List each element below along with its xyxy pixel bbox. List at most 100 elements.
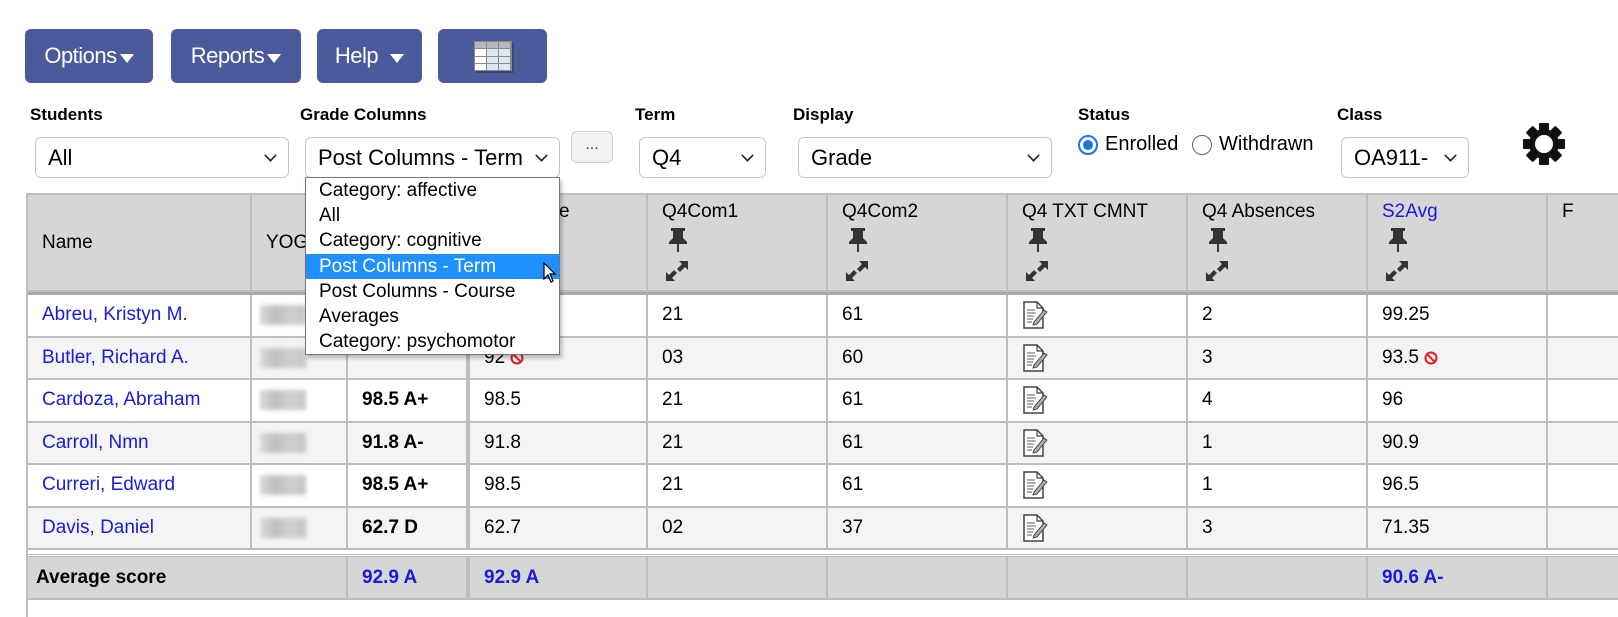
grade-columns-option[interactable]: Category: cognitive <box>306 228 559 253</box>
q4-txt-cmnt-cell[interactable] <box>1008 380 1188 423</box>
q4-absences-cell[interactable]: 3 <box>1188 337 1368 380</box>
q4com2-cell[interactable]: 37 <box>828 507 1008 550</box>
grade-columns-option[interactable]: Category: psychomotor <box>306 329 559 354</box>
q4com2-cell[interactable]: 61 <box>828 380 1008 423</box>
chevron-down-icon <box>264 149 277 162</box>
s2avg-cell[interactable]: 96 <box>1368 380 1548 423</box>
q4-absences-cell[interactable]: 2 <box>1188 295 1368 338</box>
text-comment-icon[interactable] <box>1022 471 1048 499</box>
s2avg-cell[interactable]: 71.35 <box>1368 507 1548 550</box>
grade-columns-option[interactable]: Averages <box>306 304 559 329</box>
pin-icon[interactable] <box>1028 227 1048 253</box>
gear-icon[interactable] <box>1520 120 1568 168</box>
display-select[interactable]: Grade <box>798 137 1052 178</box>
students-select[interactable]: All <box>35 137 289 178</box>
term-grade-cell[interactable]: 98.5 A+ <box>348 380 468 423</box>
options-menu-button[interactable]: Options <box>25 29 153 83</box>
q4-txt-cmnt-cell[interactable] <box>1008 422 1188 465</box>
expand-column-icon[interactable] <box>1204 259 1230 283</box>
grade-columns-option[interactable]: All <box>306 203 559 228</box>
column-header-name[interactable]: Name <box>28 195 252 292</box>
status-withdrawn-radio[interactable]: Withdrawn <box>1192 133 1313 156</box>
q4-absences-cell[interactable]: 1 <box>1188 465 1368 508</box>
term-grade-cell[interactable]: 91.8 A- <box>348 422 468 465</box>
grade-columns-more-button[interactable]: ... <box>571 131 613 163</box>
s2avg-cell[interactable]: 93.5 <box>1368 337 1548 380</box>
next-column-cell[interactable] <box>1548 338 1618 380</box>
pin-icon[interactable] <box>1208 227 1228 253</box>
pin-icon[interactable] <box>1388 227 1408 253</box>
status-enrolled-radio[interactable]: Enrolled <box>1078 133 1178 156</box>
q4com1-cell[interactable]: 03 <box>648 337 828 380</box>
text-comment-icon[interactable] <box>1022 429 1048 457</box>
grade-columns-option[interactable]: Category: affective <box>306 178 559 203</box>
q4com1-cell[interactable]: 21 <box>648 422 828 465</box>
text-comment-icon[interactable] <box>1022 344 1048 372</box>
column-header-q4-absences[interactable]: Q4 Absences <box>1188 195 1368 292</box>
term-grade-cell[interactable]: 62.7 D <box>348 507 468 550</box>
reports-menu-button[interactable]: Reports <box>171 29 301 83</box>
next-column-cell[interactable] <box>1548 508 1618 550</box>
q4-txt-cmnt-cell[interactable] <box>1008 507 1188 550</box>
student-name-link[interactable]: Cardoza, Abraham <box>42 389 200 411</box>
average-q4com1 <box>648 557 828 600</box>
text-comment-icon[interactable] <box>1022 386 1048 414</box>
header-s2avg-link[interactable]: S2Avg <box>1382 201 1438 223</box>
column-header-next[interactable]: F <box>1548 195 1618 292</box>
text-comment-icon[interactable] <box>1022 301 1048 329</box>
student-name-link[interactable]: Butler, Richard A. <box>42 347 189 369</box>
term-cell[interactable]: 62.7 <box>468 507 648 550</box>
next-column-cell[interactable] <box>1548 423 1618 465</box>
s2avg-cell[interactable]: 96.5 <box>1368 465 1548 508</box>
term-grade-cell[interactable]: 98.5 A+ <box>348 465 468 508</box>
q4com2-cell[interactable]: 61 <box>828 465 1008 508</box>
next-column-cell[interactable] <box>1548 295 1618 338</box>
q4com1-cell[interactable]: 21 <box>648 380 828 423</box>
s2avg-cell[interactable]: 99.25 <box>1368 295 1548 338</box>
help-menu-button[interactable]: Help <box>317 29 422 83</box>
pin-icon[interactable] <box>668 227 688 253</box>
redacted-yog <box>260 475 306 496</box>
q4-txt-cmnt-cell[interactable] <box>1008 295 1188 338</box>
student-name-cell: Abreu, Kristyn M. <box>28 295 252 338</box>
expand-column-icon[interactable] <box>1024 259 1050 283</box>
student-name-link[interactable]: Abreu, Kristyn M. <box>42 304 188 326</box>
term-cell[interactable]: 91.8 <box>468 422 648 465</box>
column-header-s2avg[interactable]: S2Avg <box>1368 195 1548 292</box>
gradebook-table: Name YOG e Q4Com1 Q4Com2 Q4 TXT CMNT Q4 … <box>26 193 1618 617</box>
q4-txt-cmnt-cell[interactable] <box>1008 465 1188 508</box>
class-select[interactable]: OA911- <box>1341 137 1469 178</box>
q4-absences-cell[interactable]: 4 <box>1188 380 1368 423</box>
expand-column-icon[interactable] <box>844 259 870 283</box>
grade-columns-option[interactable]: Post Columns - Course <box>306 279 559 304</box>
q4com1-cell[interactable]: 21 <box>648 295 828 338</box>
s2avg-cell[interactable]: 90.9 <box>1368 422 1548 465</box>
student-name-link[interactable]: Carroll, Nmn <box>42 432 149 454</box>
term-cell[interactable]: 98.5 <box>468 380 648 423</box>
grid-view-button[interactable] <box>438 29 547 83</box>
q4-absences-cell[interactable]: 3 <box>1188 507 1368 550</box>
q4com1-cell[interactable]: 21 <box>648 465 828 508</box>
q4com2-cell[interactable]: 61 <box>828 295 1008 338</box>
term-select[interactable]: Q4 <box>639 137 766 178</box>
term-cell[interactable]: 98.5 <box>468 465 648 508</box>
expand-column-icon[interactable] <box>664 259 690 283</box>
column-header-q4-txt-cmnt[interactable]: Q4 TXT CMNT <box>1008 195 1188 292</box>
q4com2-cell[interactable]: 60 <box>828 337 1008 380</box>
q4-txt-cmnt-cell[interactable] <box>1008 337 1188 380</box>
student-name-link[interactable]: Curreri, Edward <box>42 474 175 496</box>
student-name-link[interactable]: Davis, Daniel <box>42 517 154 539</box>
q4-absences-cell[interactable]: 1 <box>1188 422 1368 465</box>
pin-icon[interactable] <box>848 227 868 253</box>
q4com2-cell[interactable]: 61 <box>828 422 1008 465</box>
text-comment-icon[interactable] <box>1022 514 1048 542</box>
column-header-q4com2[interactable]: Q4Com2 <box>828 195 1008 292</box>
expand-column-icon[interactable] <box>1384 259 1410 283</box>
next-column-cell[interactable] <box>1548 465 1618 508</box>
column-header-q4com1[interactable]: Q4Com1 <box>648 195 828 292</box>
average-grade: 92.9 A <box>348 557 468 600</box>
q4com1-cell[interactable]: 02 <box>648 507 828 550</box>
grade-columns-select[interactable]: Post Columns - Term <box>305 137 560 178</box>
grade-columns-option[interactable]: Post Columns - Term <box>306 253 559 279</box>
next-column-cell[interactable] <box>1548 380 1618 423</box>
